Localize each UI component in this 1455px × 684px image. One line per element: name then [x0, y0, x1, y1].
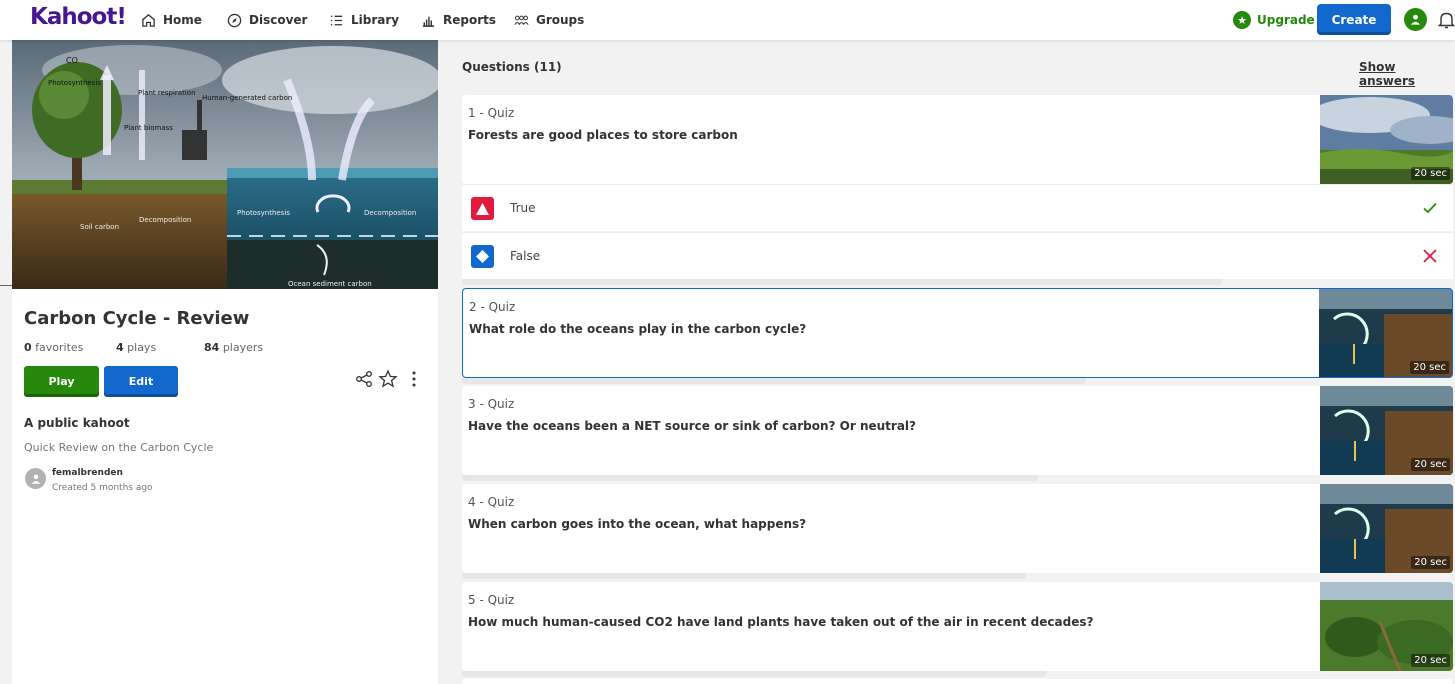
question-thumbnail: 20 sec	[1320, 95, 1453, 184]
triangle-icon	[471, 197, 494, 220]
cover-ocean-photosynthesis-label: Photosynthesis	[237, 209, 290, 217]
answer-text: True	[510, 201, 536, 215]
question-time: 20 sec	[1411, 556, 1450, 569]
share-icon[interactable]	[354, 369, 374, 389]
upgrade-link[interactable]: ★ Upgrade	[1233, 0, 1315, 40]
answer-row-false: False	[462, 232, 1453, 279]
incorrect-cross-icon	[1423, 249, 1437, 263]
favorite-star-icon[interactable]	[378, 369, 398, 389]
cover-human-generated-label: Human-generated carbon	[202, 94, 292, 102]
question-progress-3	[462, 475, 1038, 481]
cover-ocean-sediment-label: Ocean sediment carbon	[288, 280, 372, 288]
kahoot-logo[interactable]: Kahoot!	[30, 4, 127, 30]
question-text: How much human-caused CO2 have land plan…	[468, 615, 1094, 629]
question-type: 3 - Quiz	[468, 397, 515, 411]
question-type: 5 - Quiz	[468, 593, 515, 607]
question-time: 20 sec	[1411, 654, 1450, 667]
kahoot-stats: 0 favorites 4 plays 84 players	[24, 341, 263, 354]
nav-discover[interactable]: Discover	[227, 0, 307, 40]
top-nav: Kahoot! Home Discover Library Reports Gr…	[0, 0, 1455, 40]
cover-image[interactable]: CO Photosynthesis Plant respiration Huma…	[12, 40, 438, 289]
question-progress-2	[462, 378, 1086, 384]
upgrade-label: Upgrade	[1257, 13, 1315, 27]
divider-line	[0, 285, 12, 286]
nav-discover-label: Discover	[249, 13, 308, 27]
question-card-5[interactable]: 5 - Quiz How much human-caused CO2 have …	[462, 582, 1453, 671]
plays-label: plays	[127, 341, 157, 354]
answer-text: False	[510, 249, 541, 263]
creator-name[interactable]: femalbrenden	[52, 468, 123, 478]
plays-count: 4	[116, 341, 124, 354]
answer-row-true: True	[462, 184, 1453, 231]
question-card-1[interactable]: 1 - Quiz Forests are good places to stor…	[462, 95, 1453, 184]
cover-ocean-decomposition-label: Decomposition	[364, 209, 416, 217]
question-type: 2 - Quiz	[469, 300, 516, 314]
question-thumbnail: 20 sec	[1320, 386, 1453, 475]
nav-library-label: Library	[351, 13, 400, 27]
cover-photosynthesis-label: Photosynthesis	[48, 79, 101, 87]
question-text: Forests are good places to store carbon	[468, 128, 738, 142]
show-answers-link[interactable]: Show answers	[1359, 60, 1455, 88]
kahoot-title: Carbon Cycle - Review	[24, 308, 250, 329]
question-time: 20 sec	[1410, 361, 1449, 374]
kahoot-details-panel: CO Photosynthesis Plant respiration Huma…	[12, 40, 438, 684]
question-card-4[interactable]: 4 - Quiz When carbon goes into the ocean…	[462, 484, 1453, 573]
bar-chart-icon	[422, 16, 435, 27]
question-thumbnail: 20 sec	[1320, 582, 1453, 671]
question-progress-1	[462, 279, 1222, 285]
star-icon: ★	[1233, 11, 1251, 29]
question-thumbnail: 20 sec	[1320, 484, 1453, 573]
nav-groups-label: Groups	[536, 13, 585, 27]
question-text: Have the oceans been a NET source or sin…	[468, 419, 917, 433]
user-avatar[interactable]	[1404, 8, 1427, 31]
cover-plant-biomass-label: Plant biomass	[124, 124, 173, 132]
cover-soil-carbon-label: Soil carbon	[80, 223, 119, 231]
cover-plant-respiration-label: Plant respiration	[138, 89, 196, 97]
nav-library[interactable]: Library	[329, 0, 399, 40]
cover-decomposition-label: Decomposition	[139, 216, 191, 224]
question-card-6[interactable]	[462, 679, 1453, 684]
players-count: 84	[204, 341, 220, 354]
nav-home-label: Home	[163, 13, 202, 27]
questions-header: Questions (11)	[462, 60, 562, 74]
cover-co2-label: CO	[66, 56, 78, 65]
compass-icon	[227, 13, 242, 27]
create-button[interactable]: Create	[1317, 4, 1391, 35]
list-icon	[330, 15, 343, 25]
question-text: When carbon goes into the ocean, what ha…	[468, 517, 807, 531]
nav-reports[interactable]: Reports	[421, 0, 496, 40]
created-date: Created 5 months ago	[52, 483, 153, 493]
user-icon	[1410, 14, 1421, 25]
question-card-2[interactable]: 2 - Quiz What role do the oceans play in…	[462, 288, 1453, 378]
players-label: players	[222, 341, 264, 354]
more-options-icon[interactable]	[404, 369, 424, 389]
edit-button[interactable]: Edit	[104, 366, 178, 397]
nav-home[interactable]: Home	[141, 0, 202, 40]
question-progress-4	[462, 573, 1026, 579]
diamond-icon	[471, 245, 494, 268]
question-type: 1 - Quiz	[468, 106, 515, 120]
home-icon	[142, 13, 155, 27]
play-button[interactable]: Play	[24, 366, 99, 397]
question-progress-5	[462, 671, 1046, 677]
bell-icon[interactable]	[1438, 10, 1455, 30]
groups-icon	[514, 15, 529, 25]
question-time: 20 sec	[1411, 167, 1450, 180]
favorites-count: 0	[24, 341, 32, 354]
creator-avatar[interactable]	[25, 468, 46, 489]
carbon-cycle-illustration: CO Photosynthesis Plant respiration Huma…	[12, 40, 438, 289]
user-icon	[31, 474, 40, 484]
question-type: 4 - Quiz	[468, 495, 515, 509]
correct-check-icon	[1423, 202, 1437, 214]
kahoot-description: Quick Review on the Carbon Cycle	[24, 441, 214, 454]
favorites-label: favorites	[35, 341, 84, 354]
nav-reports-label: Reports	[443, 13, 497, 27]
visibility-label: A public kahoot	[24, 416, 130, 430]
question-text: What role do the oceans play in the carb…	[469, 322, 807, 336]
question-thumbnail: 20 sec	[1319, 289, 1452, 377]
nav-groups[interactable]: Groups	[514, 0, 584, 40]
question-card-3[interactable]: 3 - Quiz Have the oceans been a NET sour…	[462, 386, 1453, 475]
question-time: 20 sec	[1411, 458, 1450, 471]
